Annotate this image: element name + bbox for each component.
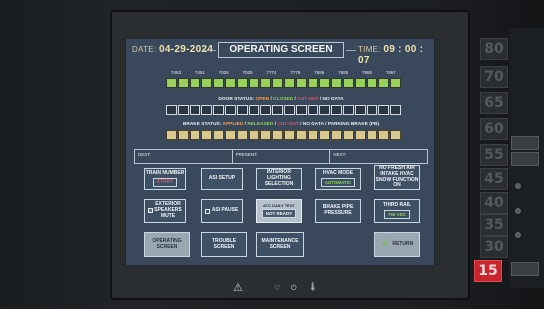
brake-status-label: BRAKE STATUS:: [182, 122, 222, 127]
car-number: 7453: [171, 70, 182, 75]
car-number: 7685: [338, 70, 349, 75]
warning-icon[interactable]: ⚠: [233, 281, 243, 294]
speed-marker: 40: [480, 192, 508, 214]
operating-screen-display: DATE: 04-29-2024 OPERATING SCREEN TIME: …: [125, 38, 435, 266]
asi-pause-label: ASI PAUSE: [211, 207, 239, 214]
car-diagram-bar: [166, 78, 401, 88]
cab-view: DATE: 04-29-2024 OPERATING SCREEN TIME: …: [0, 0, 544, 309]
panel-button[interactable]: [511, 136, 539, 150]
exterior-speakers-mute-button[interactable]: ✓ EXTERIOR SPEAKERS MUTE: [144, 199, 186, 223]
time-label: TIME:: [358, 45, 381, 54]
car-number: 7451: [194, 70, 205, 75]
return-arrow-icon: ↲: [380, 239, 389, 250]
indicator-lamp: [515, 183, 521, 189]
date-display: DATE: 04-29-2024: [132, 44, 213, 55]
present-station-field: PRESENT:: [233, 150, 331, 163]
train-number-button[interactable]: TRAIN NUMBER XTRRT: [144, 168, 186, 190]
third-rail-value: 750 VDC: [383, 209, 411, 219]
header-divider: [204, 50, 216, 51]
legend-closed: CLOSED: [273, 97, 294, 102]
brake-status-legend: BRAKE STATUS: APPLIED / RELEASED / CUT-O…: [182, 122, 380, 127]
next-station-field: NEXT:: [333, 152, 347, 157]
car-number: 7867: [385, 70, 396, 75]
train-number-value: XTRRT: [152, 177, 178, 188]
speed-marker: 65: [480, 92, 508, 114]
door-status-legend: DOOR STATUS: OPEN / CLOSED / CUT-OUT / N…: [218, 97, 344, 102]
return-label: RETURN: [392, 240, 414, 247]
atc-daily-test-value: NOT READY: [261, 209, 297, 219]
hvac-mode-value: AUTOMATIC: [320, 177, 356, 187]
legend-applied: APPLIED: [222, 122, 244, 127]
train-number-label: TRAIN NUMBER: [145, 169, 185, 176]
atc-daily-test-button[interactable]: ATC DAILY TEST NOT READY: [256, 199, 302, 223]
car-number: 7025: [242, 70, 253, 75]
power-icon[interactable]: ⏻: [291, 284, 297, 293]
return-button[interactable]: ↲ RETURN: [374, 232, 420, 257]
third-rail-label: THIRD RAIL: [382, 202, 412, 209]
legend-parking-brake: PARKING BRAKE (PB): [327, 122, 380, 127]
checkbox-icon: ✓: [148, 208, 153, 213]
asi-pause-button[interactable]: ASI PAUSE: [201, 199, 243, 223]
legend-open: OPEN: [255, 97, 270, 102]
maintenance-screen-button[interactable]: MAINTENANCE SCREEN: [256, 232, 304, 257]
speed-marker: 35: [480, 214, 508, 236]
trouble-screen-button[interactable]: TROUBLE SCREEN: [201, 232, 247, 257]
hvac-mode-label: HVAC MODE: [322, 170, 354, 177]
page-title: OPERATING SCREEN: [218, 42, 344, 58]
panel-button[interactable]: [511, 152, 539, 166]
indicator-lamp: [515, 232, 521, 238]
dest-field: DEST:: [135, 150, 233, 163]
destination-bar: DEST: PRESENT: NEXT:: [134, 149, 428, 164]
date-label: DATE:: [132, 45, 157, 54]
indicator-lamp: [515, 208, 521, 214]
speed-marker-active: 15: [474, 260, 502, 282]
car-number: 7775: [290, 70, 301, 75]
door-status-label: DOOR STATUS:: [218, 97, 255, 102]
panel-button[interactable]: [511, 262, 539, 276]
checkbox-icon: [205, 209, 210, 214]
speed-marker: 80: [480, 38, 508, 60]
brake-status-bar: [166, 130, 401, 140]
speed-marker: 60: [480, 118, 508, 140]
heart-icon[interactable]: ♡: [274, 284, 280, 292]
legend-nodata: NO DATA: [302, 122, 324, 127]
legend-nodata: NO DATA: [322, 97, 344, 102]
legend-cutout: CUT-OUT: [277, 122, 299, 127]
car-number-row: 7453 7451 7026 7025 7774 7775 7686 7685 …: [171, 70, 396, 75]
legend-released: RELEASED: [247, 122, 274, 127]
operating-screen-button[interactable]: OPERATING SCREEN: [144, 232, 190, 257]
door-status-bar: [166, 105, 401, 115]
speed-marker: 45: [480, 168, 508, 190]
car-number: 7686: [314, 70, 325, 75]
time-display: TIME: 09 : 00 : 07: [358, 44, 434, 66]
car-number: 7868: [362, 70, 373, 75]
hvac-mode-button[interactable]: HVAC MODE AUTOMATIC: [315, 168, 361, 190]
third-rail-button[interactable]: THIRD RAIL 750 VDC: [374, 199, 420, 223]
brake-pipe-pressure-button[interactable]: BRAKE PIPE PRESSURE: [315, 199, 361, 223]
no-fresh-air-indicator: NO FRESH AIR INTAKE HVAC SNOW FUNCTION O…: [374, 165, 420, 190]
asi-setup-button[interactable]: ASI SETUP: [201, 168, 243, 190]
thermometer-icon[interactable]: 🌡: [308, 282, 318, 291]
speed-marker: 30: [480, 236, 508, 258]
legend-cutout: CUT-OUT: [297, 97, 319, 102]
header-divider: [346, 50, 356, 51]
car-number: 7774: [266, 70, 277, 75]
speed-marker: 70: [480, 66, 508, 88]
atc-daily-test-label: ATC DAILY TEST: [263, 202, 295, 208]
car-number: 7026: [218, 70, 229, 75]
interior-lighting-button[interactable]: INTERIOR LIGHTING SELECTION: [256, 168, 302, 190]
speed-marker: 55: [480, 144, 508, 166]
